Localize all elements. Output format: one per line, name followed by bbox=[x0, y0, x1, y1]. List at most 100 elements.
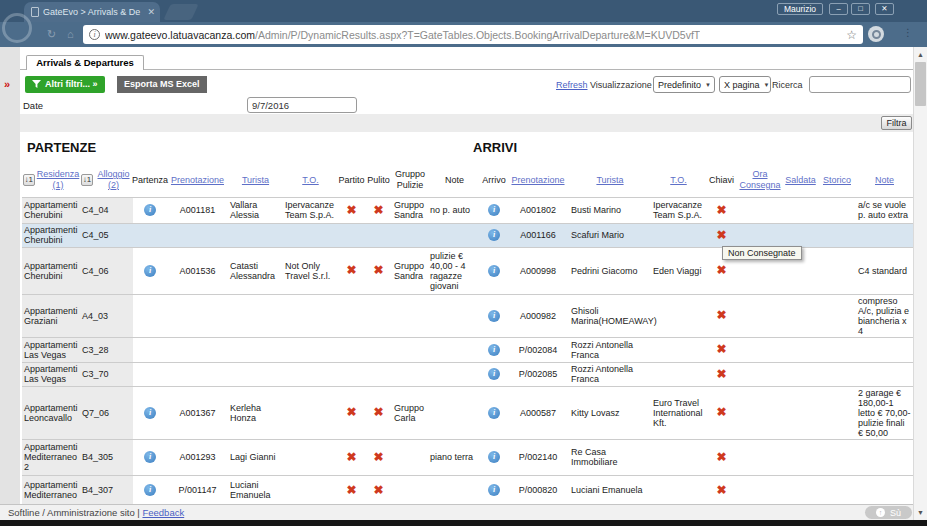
partito-cross-icon[interactable]: ✖ bbox=[346, 483, 356, 497]
cell-p_turista: Kerleha Honza bbox=[228, 386, 283, 439]
chiavi-cross-icon[interactable]: ✖ bbox=[716, 228, 726, 242]
cell-a_info: i bbox=[481, 337, 507, 362]
cell-pulito: ✖ bbox=[365, 247, 392, 294]
chiavi-cross-icon[interactable]: ✖ bbox=[716, 308, 726, 322]
column-header-a_note[interactable]: Note bbox=[856, 163, 913, 197]
info-icon[interactable]: i bbox=[488, 368, 500, 380]
sort-icon[interactable]: ↓1 bbox=[81, 174, 93, 186]
pulito-cross-icon[interactable]: ✖ bbox=[373, 450, 383, 464]
info-icon[interactable]: i bbox=[488, 344, 500, 356]
url-bar[interactable]: i www.gateevo.latuavacanza.com/Admin/P/D… bbox=[83, 25, 863, 44]
column-label[interactable]: Prenotazione bbox=[171, 175, 224, 186]
home-icon[interactable]: ⌂ bbox=[67, 28, 74, 40]
chiavi-cross-icon[interactable]: ✖ bbox=[716, 203, 726, 217]
chiavi-cross-icon[interactable]: ✖ bbox=[716, 342, 726, 356]
column-header-a_turista[interactable]: Turista bbox=[569, 163, 651, 197]
partito-cross-icon[interactable]: ✖ bbox=[346, 263, 356, 277]
chiavi-cross-icon[interactable]: ✖ bbox=[716, 483, 726, 497]
search-input[interactable] bbox=[809, 76, 911, 93]
cell-partito: ✖ bbox=[338, 247, 365, 294]
pulito-cross-icon[interactable]: ✖ bbox=[373, 483, 383, 497]
cell-p_pren: A001181 bbox=[167, 197, 228, 223]
column-label[interactable]: Residenza (1) bbox=[37, 169, 80, 190]
cell-alloggio: A4_03 bbox=[80, 294, 133, 337]
column-label[interactable]: T.O. bbox=[302, 175, 319, 186]
column-label[interactable]: Saldata bbox=[785, 175, 816, 186]
column-label[interactable]: T.O. bbox=[670, 175, 687, 186]
info-icon[interactable]: i bbox=[488, 451, 500, 463]
view-select[interactable]: Predefinito▼ bbox=[653, 76, 715, 93]
column-label[interactable]: Turista bbox=[596, 175, 623, 186]
info-icon[interactable]: i bbox=[488, 265, 500, 277]
cell-storico bbox=[818, 247, 856, 294]
column-label[interactable]: Turista bbox=[242, 175, 269, 186]
cell-a_pren: P/000820 bbox=[507, 475, 569, 505]
browser-tab[interactable]: GateEvo > Arrivals & De ✕ bbox=[24, 2, 160, 22]
info-icon[interactable]: i bbox=[488, 204, 500, 216]
scrollbar-thumb[interactable] bbox=[915, 62, 926, 106]
column-header-saldata[interactable]: Saldata bbox=[783, 163, 818, 197]
column-label[interactable]: Note bbox=[875, 175, 894, 186]
filter-button[interactable]: Filtra bbox=[881, 116, 912, 130]
restore-button[interactable]: □ bbox=[851, 3, 870, 15]
site-info-icon[interactable]: i bbox=[89, 29, 100, 40]
info-icon[interactable]: i bbox=[144, 451, 156, 463]
info-icon[interactable]: i bbox=[488, 229, 500, 241]
close-button[interactable]: ✕ bbox=[875, 3, 894, 15]
reload-icon[interactable]: ↻ bbox=[47, 28, 56, 41]
date-input[interactable] bbox=[247, 97, 357, 113]
info-icon[interactable]: i bbox=[144, 204, 156, 216]
partito-cross-icon[interactable]: ✖ bbox=[346, 405, 356, 419]
partito-cross-icon[interactable]: ✖ bbox=[346, 450, 356, 464]
extension-icon[interactable] bbox=[868, 26, 884, 42]
column-header-a_pren[interactable]: Prenotazione bbox=[507, 163, 569, 197]
profile-button[interactable]: Maurizio bbox=[777, 3, 823, 15]
partito-cross-icon[interactable]: ✖ bbox=[346, 203, 356, 217]
tab-close-icon[interactable]: ✕ bbox=[147, 7, 155, 17]
column-header-p_turista[interactable]: Turista bbox=[228, 163, 283, 197]
date-label: Date bbox=[23, 100, 43, 111]
cell-p_info: i bbox=[133, 475, 167, 505]
scrollbar-up-arrow[interactable]: ▲ bbox=[914, 48, 927, 61]
info-icon[interactable]: i bbox=[144, 407, 156, 419]
column-header-a_to[interactable]: T.O. bbox=[651, 163, 706, 197]
info-icon[interactable]: i bbox=[144, 265, 156, 277]
scrollbar-down-arrow[interactable]: ▼ bbox=[914, 506, 927, 519]
export-excel-button[interactable]: Esporta MS Excel bbox=[117, 76, 207, 93]
pulito-cross-icon[interactable]: ✖ bbox=[373, 405, 383, 419]
column-header-p_to[interactable]: T.O. bbox=[283, 163, 338, 197]
column-header-p_pren[interactable]: Prenotazione bbox=[167, 163, 228, 197]
info-icon[interactable]: i bbox=[488, 310, 500, 322]
chiavi-cross-icon[interactable]: ✖ bbox=[716, 450, 726, 464]
info-icon[interactable]: i bbox=[488, 407, 500, 419]
more-filters-button[interactable]: Altri filtri... » bbox=[25, 76, 105, 93]
scrollbar[interactable]: ▲ ▼ bbox=[913, 47, 927, 520]
cell-chiavi: ✖ bbox=[706, 439, 737, 475]
column-label[interactable]: Prenotazione bbox=[511, 175, 564, 186]
sort-icon[interactable]: ↓1 bbox=[23, 174, 35, 186]
feedback-link[interactable]: Feedback bbox=[142, 507, 184, 518]
bookmark-star-icon[interactable]: ☆ bbox=[846, 28, 857, 42]
refresh-link[interactable]: Refresh bbox=[556, 80, 588, 90]
tab-arrivals-departures[interactable]: Arrivals & Departures bbox=[26, 55, 144, 70]
column-header-ora[interactable]: Ora Consegna bbox=[737, 163, 783, 197]
column-header-storico[interactable]: Storico bbox=[818, 163, 856, 197]
page-size-select[interactable]: X pagina▼ bbox=[719, 76, 771, 93]
column-header-alloggio[interactable]: ↓1Alloggio (2) bbox=[80, 163, 133, 197]
pulito-cross-icon[interactable]: ✖ bbox=[373, 263, 383, 277]
column-label[interactable]: Alloggio (2) bbox=[95, 169, 132, 190]
cell-residenza: Appartamenti Mediterraneo 2 bbox=[22, 439, 80, 475]
expand-sidebar-chevron[interactable]: » bbox=[4, 78, 10, 90]
chiavi-cross-icon[interactable]: ✖ bbox=[716, 405, 726, 419]
column-label[interactable]: Storico bbox=[823, 175, 851, 186]
info-icon[interactable]: i bbox=[488, 484, 500, 496]
pulito-cross-icon[interactable]: ✖ bbox=[373, 203, 383, 217]
chiavi-cross-icon[interactable]: ✖ bbox=[716, 263, 726, 277]
column-label[interactable]: Ora Consegna bbox=[738, 169, 782, 190]
browser-menu-icon[interactable]: ⋮ bbox=[903, 27, 913, 38]
minimize-button[interactable]: – bbox=[829, 3, 848, 15]
scroll-top-button[interactable]: ↑Sù bbox=[865, 506, 912, 519]
column-header-residenza[interactable]: ↓1Residenza (1) bbox=[22, 163, 80, 197]
info-icon[interactable]: i bbox=[144, 484, 156, 496]
chiavi-cross-icon[interactable]: ✖ bbox=[716, 367, 726, 381]
